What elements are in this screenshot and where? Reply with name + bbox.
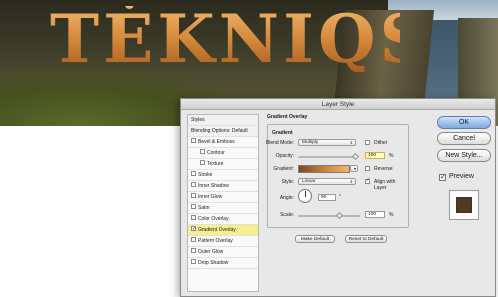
stroke-checkbox[interactable] [191,171,196,177]
preview-label: Preview [449,173,474,180]
scale-slider[interactable] [298,215,360,217]
style-value: Linear [302,179,316,184]
sidebar-item-contour[interactable]: Contour [188,148,258,159]
panel-sub-title: Gradient [272,130,293,136]
blend-mode-value: Multiply [302,140,319,145]
opacity-input[interactable]: 100 [365,152,385,159]
align-with-layer-checkbox[interactable] [365,177,370,184]
blend-mode-label: Blend Mode: [265,140,294,146]
chevron-updown-icon: ⇕ [349,179,353,184]
angle-dial-icon[interactable] [298,189,312,203]
sidebar-item-label: Texture [207,161,224,167]
texture-checkbox[interactable] [200,160,205,166]
sidebar-item-label: Stroke [198,172,213,178]
color-overlay-checkbox[interactable] [191,215,196,221]
sidebar-item-drop-shadow[interactable]: Drop Shadow [188,258,258,269]
sidebar-item-styles[interactable]: Styles [188,115,258,126]
gradient-label: Gradient: [273,166,294,172]
cancel-button[interactable]: Cancel [437,132,491,145]
gradient-overlay-panel: Gradient Overlay Gradient Blend Mode: Mu… [266,114,409,243]
align-with-layer-label: Align with Layer [374,179,396,191]
contour-checkbox[interactable] [200,149,205,155]
sidebar-item-inner-shadow[interactable]: Inner Shadow [188,181,258,192]
scale-unit: % [389,212,394,218]
layer-style-dialog: Layer Style Styles Blending Options: Def… [180,98,496,297]
preview-swatch [456,197,472,213]
new-style-button[interactable]: New Style... [437,149,491,162]
dither-checkbox[interactable] [365,140,370,145]
opacity-slider[interactable] [298,156,356,158]
panel-group-title: Gradient Overlay [267,114,308,120]
sidebar-item-label: Contour [207,150,225,156]
bevel-emboss-checkbox[interactable] [191,138,196,144]
sidebar-item-label: Outer Glow [198,249,224,255]
pattern-overlay-checkbox[interactable] [191,237,196,243]
make-default-button[interactable]: Make Default [295,235,335,243]
scale-slider-thumb[interactable] [335,211,344,220]
sidebar-item-label: Styles [191,117,205,123]
sidebar-item-label: Satin [198,205,210,211]
reverse-checkbox[interactable] [365,166,370,171]
sidebar-item-label: Gradient Overlay [198,227,236,233]
chevron-updown-icon: ⇕ [349,140,353,145]
sidebar-item-texture[interactable]: Texture [188,159,258,170]
opacity-unit: % [389,153,394,159]
opacity-slider-thumb[interactable] [351,152,360,161]
dialog-title: Layer Style [181,99,495,110]
sidebar-item-label: Color Overlay [198,216,229,222]
style-dropdown[interactable]: Linear ⇕ [298,178,356,185]
sidebar-item-inner-glow[interactable]: Inner Glow [188,192,258,203]
sidebar-item-label: Pattern Overlay [198,238,233,244]
sidebar-item-label: Blending Options: Default [191,128,248,134]
gradient-picker[interactable] [298,165,350,173]
opacity-label: Opacity: [275,153,294,159]
angle-unit: ° [339,194,341,200]
sidebar-item-satin[interactable]: Satin [188,203,258,214]
gradient-group-box: Gradient Blend Mode: Multiply ⇕ Dither O… [266,124,409,228]
scale-input[interactable]: 100 [365,211,385,218]
style-label: Style: [281,179,294,185]
sidebar-item-stroke[interactable]: Stroke [188,170,258,181]
preview-checkbox[interactable] [439,173,446,181]
blend-mode-dropdown[interactable]: Multiply ⇕ [298,139,356,146]
outer-glow-checkbox[interactable] [191,248,196,254]
inner-glow-checkbox[interactable] [191,193,196,199]
logo-text: TĖKNIQS [50,0,432,78]
preview-thumbnail [449,190,479,220]
sidebar-item-outer-glow[interactable]: Outer Glow [188,247,258,258]
sidebar-item-label: Inner Shadow [198,183,229,189]
gradient-overlay-checkbox[interactable] [191,224,196,235]
angle-input[interactable]: 90 [318,194,336,201]
sidebar-item-label: Inner Glow [198,194,223,200]
chevron-down-icon: ▾ [353,166,356,171]
angle-label: Angle: [279,195,294,201]
dither-label: Dither [374,140,388,146]
sidebar-item-label: Bevel & Emboss [198,139,235,145]
styles-sidebar: Styles Blending Options: Default Bevel &… [187,114,259,292]
sidebar-item-blending-options[interactable]: Blending Options: Default [188,126,258,137]
ok-button[interactable]: OK [437,116,491,129]
scale-label: Scale: [280,212,294,218]
gradient-dropdown-arrow[interactable]: ▾ [350,165,358,172]
sidebar-item-gradient-overlay[interactable]: Gradient Overlay [188,224,258,236]
sidebar-item-color-overlay[interactable]: Color Overlay [188,214,258,225]
inner-shadow-checkbox[interactable] [191,182,196,188]
reset-to-default-button[interactable]: Reset to Default [345,235,387,243]
drop-shadow-checkbox[interactable] [191,259,196,265]
sidebar-item-bevel-emboss[interactable]: Bevel & Emboss [188,137,258,148]
sidebar-item-pattern-overlay[interactable]: Pattern Overlay [188,236,258,247]
reverse-label: Reverse [374,166,393,172]
satin-checkbox[interactable] [191,204,196,210]
sidebar-item-label: Drop Shadow [198,260,229,266]
